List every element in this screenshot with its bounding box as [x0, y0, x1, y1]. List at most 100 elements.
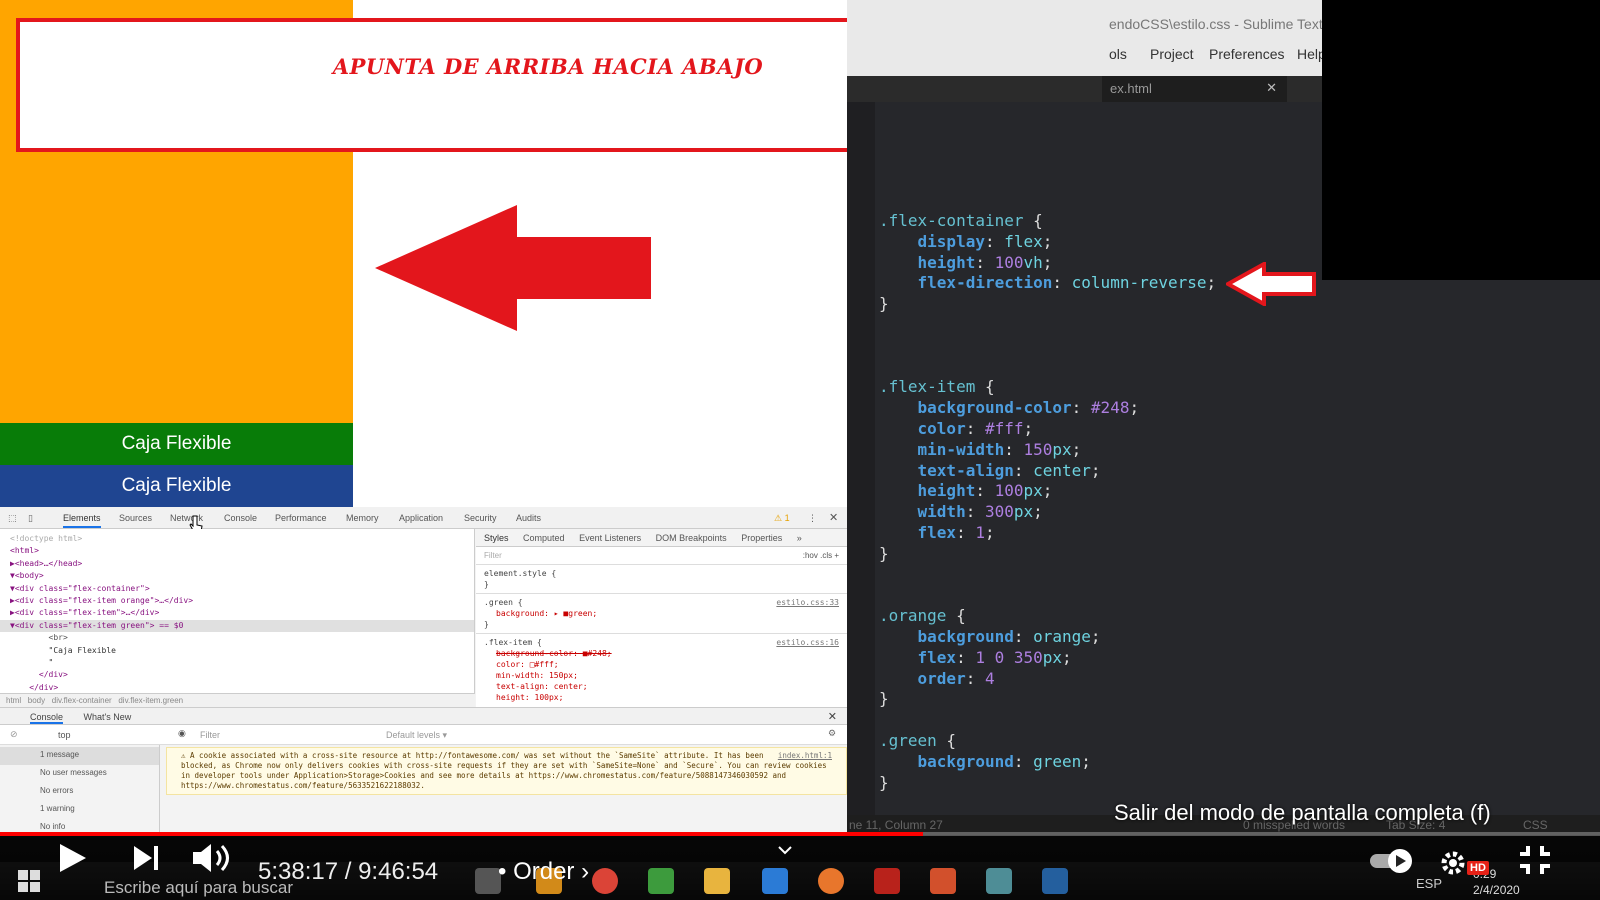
- code-line[interactable]: height: 100vh;: [879, 253, 1216, 274]
- devtools-tab-elements[interactable]: Elements: [63, 513, 101, 528]
- console-filter-errors[interactable]: No errors: [0, 783, 159, 801]
- device-toolbar-icon[interactable]: ▯: [28, 513, 33, 524]
- code-line[interactable]: }: [879, 294, 1216, 315]
- rule-property[interactable]: height: 100px;: [484, 692, 839, 703]
- dom-line[interactable]: </div>: [10, 669, 464, 681]
- rule-property[interactable]: text-align: center;: [484, 681, 839, 692]
- inspect-icon[interactable]: ⬚: [8, 513, 17, 524]
- drawer-tab-console[interactable]: Console: [30, 712, 64, 724]
- app-c-taskbar-icon[interactable]: [930, 868, 956, 894]
- log-levels-select[interactable]: Default levels ▾: [386, 730, 447, 741]
- app-blue-taskbar-icon[interactable]: [1042, 868, 1068, 894]
- code-line[interactable]: flex-direction: column-reverse;: [879, 273, 1217, 294]
- dom-line[interactable]: "Caja Flexible: [10, 645, 464, 657]
- app-teal-taskbar-icon[interactable]: [986, 868, 1012, 894]
- devtools-menu-icon[interactable]: ⋮: [808, 513, 817, 524]
- devtools-tab-application[interactable]: Application: [399, 513, 443, 523]
- console-filter-warnings[interactable]: 1 warning: [0, 801, 159, 819]
- autoplay-toggle[interactable]: [1370, 848, 1414, 874]
- tab-properties[interactable]: Properties: [741, 533, 782, 543]
- code-line[interactable]: flex: 1 0 350px;: [879, 648, 1216, 669]
- file-explorer-taskbar-icon[interactable]: [704, 868, 730, 894]
- devtools-tab-memory[interactable]: Memory: [346, 513, 379, 523]
- breadcrumb[interactable]: html body div.flex-container div.flex-it…: [0, 693, 475, 707]
- rule-source-link[interactable]: estilo.css:16: [776, 637, 839, 648]
- code-line[interactable]: .flex-item {: [879, 377, 1216, 398]
- exit-fullscreen-icon[interactable]: [1518, 844, 1552, 876]
- devtools-tab-audits[interactable]: Audits: [516, 513, 541, 523]
- more-tabs-icon[interactable]: »: [797, 533, 802, 543]
- menu-preferences[interactable]: Preferences: [1209, 46, 1284, 62]
- dom-line[interactable]: ": [10, 657, 464, 669]
- close-devtools-icon[interactable]: ✕: [829, 511, 838, 524]
- dom-line[interactable]: ▶<head>…</head>: [10, 558, 464, 570]
- rule-source-link[interactable]: estilo.css:33: [776, 597, 839, 608]
- app-orange-taskbar-icon[interactable]: [818, 868, 844, 894]
- code-line[interactable]: .orange {: [879, 606, 1216, 627]
- context-select[interactable]: top: [58, 730, 71, 740]
- code-line[interactable]: }: [879, 689, 1216, 710]
- devtools-tab-sources[interactable]: Sources: [119, 513, 152, 523]
- code-line[interactable]: }: [879, 773, 1216, 794]
- code-line[interactable]: background: orange;: [879, 627, 1216, 648]
- menu-project[interactable]: Project: [1150, 46, 1194, 62]
- tab-event-listeners[interactable]: Event Listeners: [579, 533, 641, 543]
- code-line[interactable]: [879, 585, 1216, 606]
- devtools-tab-performance[interactable]: Performance: [275, 513, 327, 523]
- dom-line[interactable]: <br>: [10, 632, 464, 644]
- code-line[interactable]: width: 300px;: [879, 502, 1216, 523]
- next-video-icon[interactable]: [134, 846, 160, 870]
- code-line[interactable]: [879, 565, 1216, 586]
- code-line[interactable]: min-width: 150px;: [879, 440, 1216, 461]
- code-line[interactable]: [879, 315, 1216, 336]
- chevron-down-icon[interactable]: [778, 846, 792, 856]
- console-settings-gear-icon[interactable]: ⚙: [828, 728, 836, 739]
- chapter-title[interactable]: • Order ›: [498, 858, 589, 886]
- windows-start-icon[interactable]: [18, 870, 40, 892]
- code-line[interactable]: background-color: #248;: [879, 398, 1216, 419]
- console-filter-messages[interactable]: 1 message: [0, 747, 159, 765]
- settings-gear-icon[interactable]: [1438, 848, 1468, 878]
- tab-computed[interactable]: Computed: [523, 533, 565, 543]
- dom-line[interactable]: ▼<div class="flex-container">: [10, 583, 464, 595]
- tab-dom-breakpoints[interactable]: DOM Breakpoints: [656, 533, 727, 543]
- code-line[interactable]: .green {: [879, 731, 1216, 752]
- devtools-tab-console[interactable]: Console: [224, 513, 257, 523]
- rule-property[interactable]: background: ▸ ■green;: [484, 608, 839, 619]
- warning-count-badge[interactable]: ⚠ 1: [774, 513, 790, 524]
- console-filter-user[interactable]: No user messages: [0, 765, 159, 783]
- code-line[interactable]: height: 100px;: [879, 481, 1216, 502]
- code-line[interactable]: order: 4: [879, 669, 1216, 690]
- filezilla-taskbar-icon[interactable]: [874, 868, 900, 894]
- code-line[interactable]: [879, 357, 1216, 378]
- rule-property[interactable]: color: □#fff;: [484, 659, 839, 670]
- syntax-status[interactable]: CSS: [1523, 818, 1548, 832]
- console-filter-input[interactable]: Filter: [200, 730, 220, 740]
- drawer-tab-whats-new[interactable]: What's New: [84, 712, 132, 722]
- code-line[interactable]: [879, 336, 1216, 357]
- devtools-tab-security[interactable]: Security: [464, 513, 497, 523]
- eye-icon[interactable]: ◉: [178, 728, 186, 739]
- dom-line[interactable]: ▼<body>: [10, 570, 464, 582]
- play-icon[interactable]: [58, 842, 88, 874]
- vscode-taskbar-icon[interactable]: [762, 868, 788, 894]
- code-line[interactable]: flex: 1;: [879, 523, 1216, 544]
- menu-tools[interactable]: ols: [1109, 46, 1127, 62]
- tab-styles[interactable]: Styles: [484, 533, 509, 543]
- volume-icon[interactable]: [193, 842, 233, 874]
- close-drawer-icon[interactable]: ✕: [828, 710, 837, 723]
- chrome-taskbar-icon[interactable]: [592, 868, 618, 894]
- dom-line[interactable]: <!doctype html>: [10, 533, 464, 545]
- code-line[interactable]: color: #fff;: [879, 419, 1216, 440]
- styles-filter-tools[interactable]: :hov .cls +: [803, 551, 839, 560]
- styles-filter-input[interactable]: Filter: [484, 551, 502, 560]
- code-line[interactable]: .flex-container {: [879, 211, 1216, 232]
- editor-tab[interactable]: ex.html ✕: [1102, 76, 1287, 102]
- camtasia-taskbar-icon[interactable]: [648, 868, 674, 894]
- code-line[interactable]: display: flex;: [879, 232, 1216, 253]
- dom-line[interactable]: ▶<div class="flex-item">…</div>: [10, 607, 464, 619]
- close-tab-icon[interactable]: ✕: [1266, 80, 1277, 96]
- rule-property-overridden[interactable]: background-color: ■#248;: [484, 648, 839, 659]
- code-line[interactable]: [879, 710, 1216, 731]
- language-indicator[interactable]: ESP: [1416, 876, 1442, 891]
